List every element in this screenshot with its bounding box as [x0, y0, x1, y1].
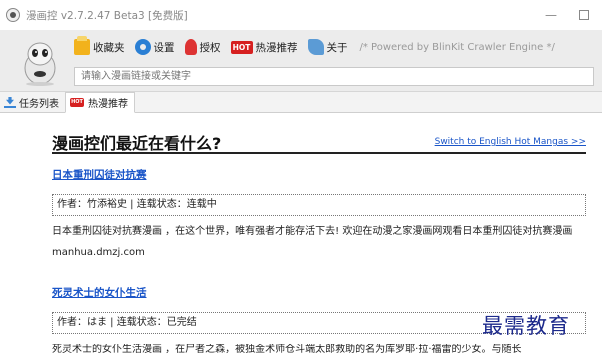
- maximize-icon: [579, 10, 589, 20]
- manga-description: 日本重刑囚徒对抗赛漫画 ，在这个世界，唯有强者才能存活下去! 欢迎在动漫之家漫画…: [52, 226, 573, 237]
- manga-item: 日本重刑囚徒对抗赛 作者：竹添裕史 | 连载状态：连载中 日本重刑囚徒对抗赛漫画…: [52, 167, 586, 258]
- tab-bar: 任务列表 HOT 热漫推荐: [0, 92, 602, 113]
- hot-recommend-button[interactable]: HOT 热漫推荐: [230, 40, 298, 55]
- tab-task-list-label: 任务列表: [19, 99, 59, 110]
- gear-icon: [134, 39, 151, 55]
- manga-source: manhua.dmzj.com: [52, 247, 145, 258]
- window-title: 漫画控 v2.7.2.47 Beta3 [免费版]: [26, 9, 188, 22]
- hot-icon: HOT: [230, 40, 253, 54]
- favorites-label: 收藏夹: [93, 41, 125, 54]
- tab-task-list[interactable]: 任务列表: [0, 93, 65, 112]
- heading-row: 漫画控们最近在看什么? Switch to English Hot Mangas…: [52, 130, 586, 154]
- watermark-text: 最需教育: [482, 314, 570, 338]
- mascot-logo: [24, 42, 56, 86]
- about-label: 关于: [326, 41, 348, 54]
- vip-user-icon: [184, 39, 197, 55]
- settings-button[interactable]: 设置: [134, 39, 175, 55]
- about-button[interactable]: 关于: [307, 39, 348, 55]
- toolbar-area: 收藏夹 设置 授权 HOT 热漫推荐 关于 /* Powered by Blin…: [0, 30, 602, 92]
- minimize-button[interactable]: —: [544, 8, 558, 22]
- manga-meta: 作者：竹添裕史 | 连载状态：连载中: [52, 194, 586, 216]
- hot-recommend-label: 热漫推荐: [255, 41, 298, 54]
- manga-description: 死灵术士的女仆生活漫画 ，在尸者之森，被独金术师仓斗端太郎救助的名为库罗耶·拉·…: [52, 344, 522, 354]
- download-icon: [4, 97, 16, 109]
- search-input[interactable]: [74, 67, 594, 86]
- tab-hot-recommend-label: 热漫推荐: [88, 99, 128, 110]
- switch-english-link[interactable]: Switch to English Hot Mangas >>: [435, 137, 586, 147]
- page-title: 漫画控们最近在看什么?: [52, 134, 222, 153]
- authorize-button[interactable]: 授权: [184, 39, 221, 55]
- toolbar: 收藏夹 设置 授权 HOT 热漫推荐 关于 /* Powered by Blin…: [74, 36, 555, 58]
- tab-hot-recommend[interactable]: HOT 热漫推荐: [65, 92, 135, 113]
- app-icon: [6, 8, 20, 22]
- maximize-button[interactable]: [577, 8, 591, 22]
- settings-label: 设置: [153, 41, 175, 54]
- title-bar: 漫画控 v2.7.2.47 Beta3 [免费版] —: [0, 0, 602, 30]
- folder-star-icon: [74, 36, 90, 55]
- info-icon: [307, 39, 324, 55]
- favorites-button[interactable]: 收藏夹: [74, 36, 125, 55]
- manga-title-link[interactable]: 死灵术士的女仆生活: [52, 285, 586, 300]
- hot-icon: HOT: [70, 98, 84, 107]
- powered-by-note: /* Powered by BlinKit Crawler Engine */: [359, 41, 555, 53]
- authorize-label: 授权: [199, 41, 221, 54]
- manga-title-link[interactable]: 日本重刑囚徒对抗赛: [52, 167, 586, 182]
